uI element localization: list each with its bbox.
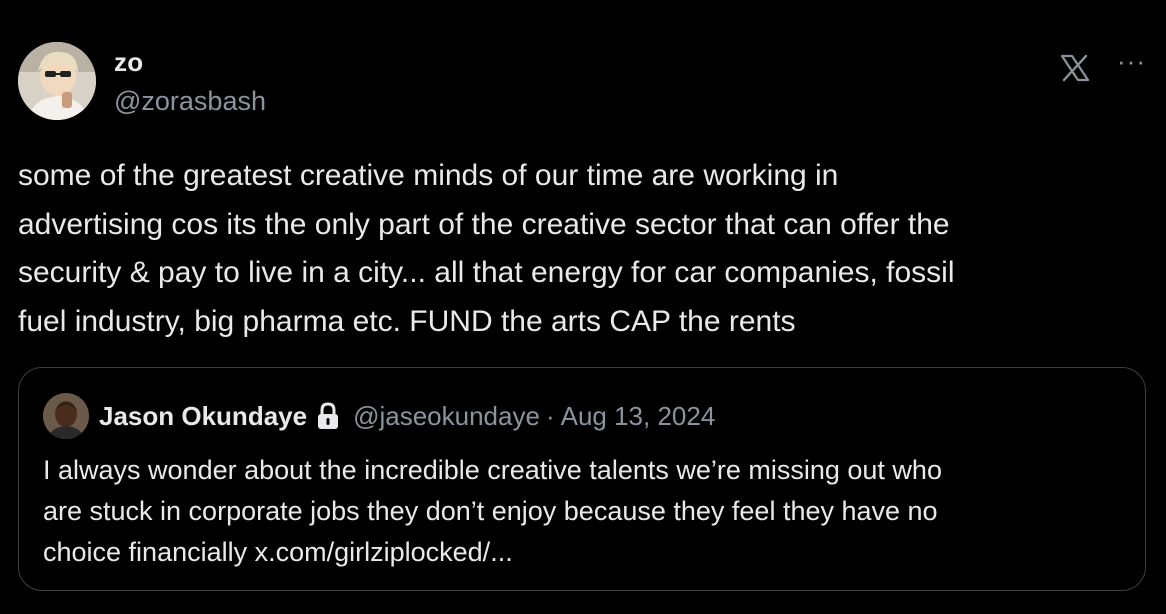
separator-dot: ·	[545, 400, 555, 431]
tweet-text: some of the greatest creative minds of o…	[18, 159, 955, 338]
author-handle[interactable]: @zorasbash	[114, 84, 266, 118]
tweet-card: zo @zorasbash ··· some of the greatest c…	[0, 0, 1166, 614]
quoted-avatar-icon	[43, 393, 89, 439]
quoted-author-avatar[interactable]	[43, 393, 89, 439]
more-options-button[interactable]: ···	[1117, 46, 1146, 76]
quoted-date[interactable]: Aug 13, 2024	[561, 401, 716, 432]
tweet-header: zo @zorasbash ···	[18, 42, 1148, 124]
author-names: zo @zorasbash	[114, 46, 266, 118]
quoted-author-handle[interactable]: @jaseokundaye	[353, 401, 540, 432]
quoted-tweet-header: Jason Okundaye @jaseokundaye · Aug 13, 2…	[43, 393, 715, 439]
lock-icon	[318, 402, 339, 429]
author-display-name[interactable]: zo	[114, 46, 266, 78]
user-avatar-icon	[18, 42, 96, 120]
x-logo-icon	[1060, 54, 1090, 82]
quoted-tweet[interactable]: Jason Okundaye @jaseokundaye · Aug 13, 2…	[18, 367, 1146, 591]
quoted-author-display-name[interactable]: Jason Okundaye	[99, 401, 307, 432]
quoted-tweet-text: I always wonder about the incredible cre…	[43, 455, 942, 567]
author-avatar[interactable]	[18, 42, 96, 120]
